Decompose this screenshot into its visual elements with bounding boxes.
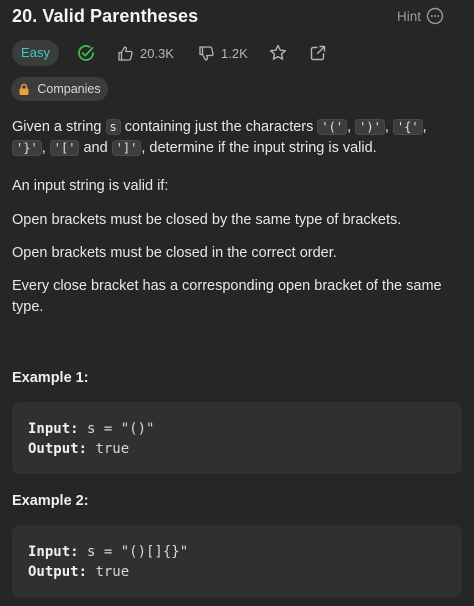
rule-2: Open brackets must be closed in the corr… xyxy=(12,245,337,261)
problem-meta-row: Easy 20.3K 1.2K xyxy=(12,40,472,66)
thumbs-down-icon xyxy=(199,45,214,61)
like-button[interactable]: 20.3K xyxy=(117,43,174,63)
thumbs-up-icon xyxy=(118,45,133,61)
code-char: '{' xyxy=(392,119,423,135)
code-char: '(' xyxy=(317,119,348,135)
companies-label: Companies xyxy=(37,82,101,96)
more-options-icon[interactable] xyxy=(426,7,444,25)
problem-description: Given a string s containing just the cha… xyxy=(12,117,462,159)
dislike-button[interactable]: 1.2K xyxy=(198,43,248,63)
valid-if-text: An input string is valid if: xyxy=(12,178,169,194)
code-char: '}' xyxy=(12,140,42,156)
dislike-count: 1.2K xyxy=(221,45,248,61)
code-char: ')' xyxy=(355,119,385,135)
like-count: 20.3K xyxy=(140,45,174,61)
difficulty-badge: Easy xyxy=(12,40,59,66)
lock-icon xyxy=(19,83,29,95)
example-1-output: Output: true xyxy=(28,441,130,457)
description-intro: Given a string s containing just the cha… xyxy=(12,119,427,156)
companies-button[interactable]: Companies xyxy=(11,77,108,101)
hint-button[interactable]: Hint xyxy=(397,8,421,26)
example-2-title: Example 2: xyxy=(12,493,89,509)
star-icon[interactable] xyxy=(268,43,288,63)
example-2-box: Input: s = "()[]{}" Output: true xyxy=(12,525,462,597)
example-2-input: Input: s = "()[]{}" xyxy=(28,544,189,560)
problem-title: 20. Valid Parentheses xyxy=(12,6,199,26)
code-char: '[' xyxy=(49,140,80,156)
code-char: ']' xyxy=(111,140,142,156)
rule-1: Open brackets must be closed by the same… xyxy=(12,212,402,228)
check-circle-icon xyxy=(76,43,96,63)
example-2-output: Output: true xyxy=(28,564,130,580)
share-icon[interactable] xyxy=(308,43,328,63)
rule-3: Every close bracket has a corresponding … xyxy=(12,278,442,315)
code-var-s: s xyxy=(105,119,121,135)
example-1-title: Example 1: xyxy=(12,370,89,386)
example-1-input: Input: s = "()" xyxy=(28,421,155,437)
example-1-box: Input: s = "()" Output: true xyxy=(12,402,462,474)
